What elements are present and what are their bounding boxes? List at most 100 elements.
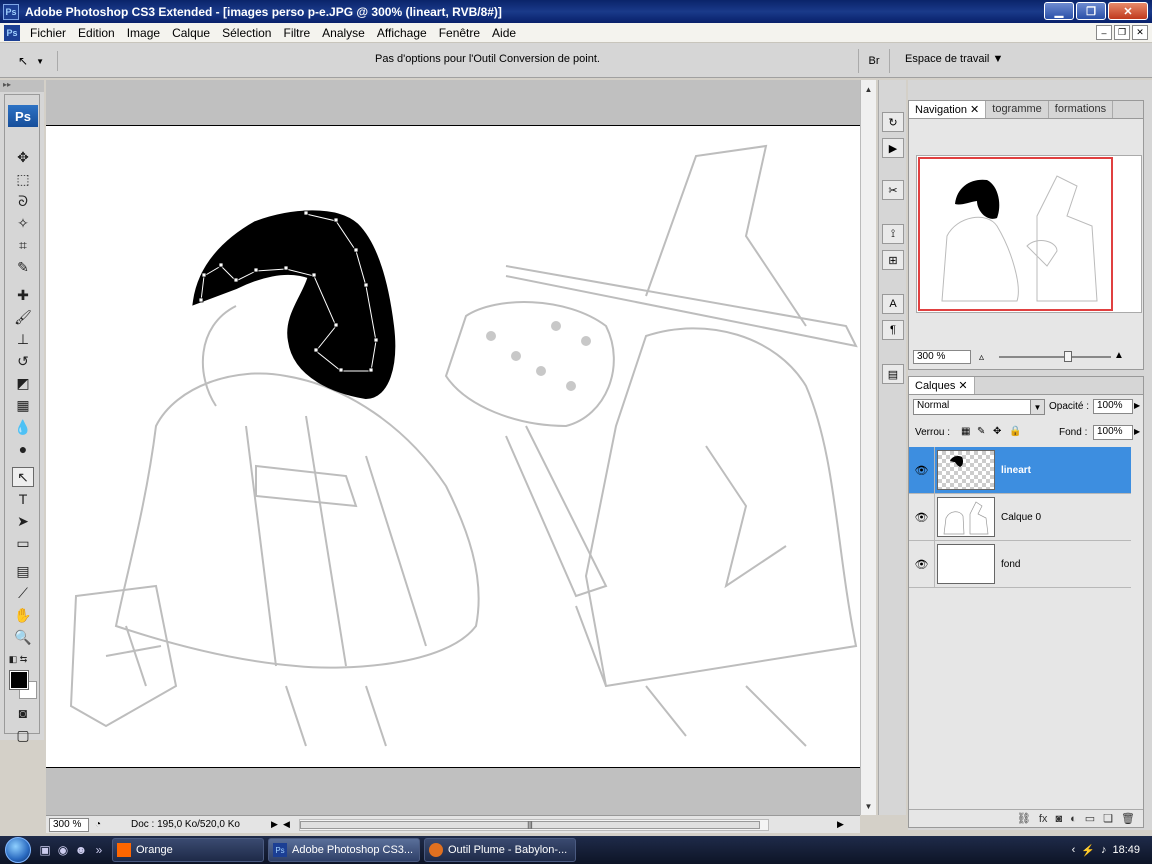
document-icon[interactable]: Ps [4,24,20,41]
fill-arrow-icon[interactable]: ▶ [1134,427,1140,436]
network-icon[interactable]: ⚡ [1081,844,1095,857]
opacity-arrow-icon[interactable]: ▶ [1134,401,1140,410]
menu-image[interactable]: Image [121,26,166,40]
task-orange[interactable]: Orange [112,838,264,862]
navigator-zoom-field[interactable]: 300 % [913,350,971,364]
opacity-field[interactable]: 100% [1093,399,1133,414]
zoom-out-icon[interactable]: ▵ [979,352,984,363]
ps-logo[interactable]: Ps [8,105,38,127]
path-selection-tool-icon[interactable]: ➤ [12,511,34,531]
doc-close-button[interactable]: ✕ [1132,25,1148,40]
volume-icon[interactable]: ♪ [1101,844,1107,856]
actions-panel-icon[interactable]: ▶ [882,138,904,158]
scroll-thumb[interactable]: ||| [300,820,760,829]
eye-icon[interactable]: 👁 [909,446,935,494]
task-photoshop[interactable]: Ps Adobe Photoshop CS3... [268,838,420,862]
close-button[interactable]: ✕ [1108,2,1148,20]
brush-tool-icon[interactable]: 🖌 [12,307,34,327]
navigator-zoom-slider[interactable] [999,351,1111,362]
clock[interactable]: 18:49 [1112,844,1140,856]
tab-calques[interactable]: Calques ✕ [909,377,975,394]
lasso-tool-icon[interactable]: ᘐ [12,191,34,211]
fill-field[interactable]: 100% [1093,425,1133,440]
new-layer-icon[interactable]: ❏ [1103,812,1113,825]
toolbox-header[interactable]: ▸▸ [0,80,44,92]
tool-preset-picker[interactable]: ↖ ▼ [8,51,58,71]
zoom-in-icon[interactable]: ▲ [1114,350,1124,361]
quick-mask-icon[interactable]: ◙ [12,703,34,723]
maximize-button[interactable]: ❐ [1076,2,1106,20]
history-panel-icon[interactable]: ↻ [882,112,904,132]
zoom-tool-icon[interactable]: 🔍 [12,627,34,647]
healing-brush-tool-icon[interactable]: ✚ [12,285,34,305]
paragraph-panel-icon[interactable]: ¶ [882,320,904,340]
menu-analyse[interactable]: Analyse [316,26,371,40]
screen-mode-icon[interactable]: ▢ [12,725,34,745]
menu-filtre[interactable]: Filtre [277,26,316,40]
vertical-scrollbar[interactable]: ▲ ▼ [860,80,876,815]
foreground-color-swatch[interactable] [9,670,29,690]
messenger-quicklaunch-icon[interactable]: ☻ [72,843,90,857]
marquee-tool-icon[interactable]: ⬚ [12,169,34,189]
doc-minimize-button[interactable]: – [1096,25,1112,40]
tab-histogram[interactable]: togramme [986,101,1049,118]
layer-mask-icon[interactable]: ◙ [1055,813,1062,825]
status-menu-icon[interactable]: ◔ [95,819,111,830]
navigator-view-box[interactable] [918,157,1113,311]
shape-tool-icon[interactable]: ▭ [12,533,34,553]
default-colors-icon[interactable]: ◧ ⇆ [7,649,29,669]
show-desktop-icon[interactable]: ▣ [36,843,54,857]
slider-knob[interactable] [1064,351,1072,362]
gradient-tool-icon[interactable]: ▦ [12,395,34,415]
doc-restore-button[interactable]: ❐ [1114,25,1130,40]
slice-tool-icon[interactable]: ✎ [12,257,34,277]
lock-transparent-icon[interactable]: ▦ [961,426,970,437]
bridge-button[interactable]: Br [858,49,890,73]
minimize-button[interactable]: ▁ [1044,2,1074,20]
convert-point-tool-icon[interactable]: ↖ [12,467,34,487]
hand-tool-icon[interactable]: ✋ [12,605,34,625]
horizontal-scrollbar[interactable]: ||| [299,818,769,831]
document-canvas[interactable] [46,125,860,768]
firefox-quicklaunch-icon[interactable]: ◉ [54,843,72,857]
lock-position-icon[interactable]: ✥ [993,426,1001,437]
lock-pixels-icon[interactable]: ✎ [977,426,985,437]
menu-fenetre[interactable]: Fenêtre [433,26,486,40]
navigator-thumbnail[interactable] [916,155,1142,313]
menu-selection[interactable]: Sélection [216,26,277,40]
layer-row-lineart[interactable]: 👁 lineart [909,446,1131,494]
scroll-up-icon[interactable]: ▲ [861,82,876,96]
menu-affichage[interactable]: Affichage [371,26,433,40]
zoom-field[interactable]: 300 % [49,817,89,832]
scroll-right-icon[interactable]: ▶ [837,819,849,830]
tray-expand-icon[interactable]: ‹ [1072,844,1076,856]
dodge-tool-icon[interactable]: ● [12,439,34,459]
blend-mode-select[interactable]: Normal ▼ [913,399,1045,415]
magic-wand-tool-icon[interactable]: ✧ [12,213,34,233]
crop-tool-icon[interactable]: ⌗ [12,235,34,255]
menu-aide[interactable]: Aide [486,26,522,40]
tab-navigation[interactable]: Navigation ✕ [909,101,987,118]
menu-edition[interactable]: Edition [72,26,121,40]
brushes-panel-icon[interactable]: ⟟ [882,224,904,244]
status-arrow-icon[interactable]: ▶ [271,819,283,830]
clone-stamp-tool-icon[interactable]: ⊥ [12,329,34,349]
eyedropper-tool-icon[interactable]: ⟋ [12,583,34,603]
scroll-left-icon[interactable]: ◀ [283,819,295,830]
move-tool-icon[interactable]: ✥ [12,147,34,167]
eye-icon[interactable]: 👁 [909,493,935,541]
new-group-icon[interactable]: ▭ [1085,812,1095,825]
layer-row-calque-0[interactable]: 👁 Calque 0 [909,493,1131,541]
clone-source-icon[interactable]: ⊞ [882,250,904,270]
layer-comps-icon[interactable]: ▤ [882,364,904,384]
start-button[interactable] [0,836,36,864]
notes-tool-icon[interactable]: ▤ [12,561,34,581]
history-brush-tool-icon[interactable]: ↺ [12,351,34,371]
layer-style-icon[interactable]: fx [1039,813,1048,825]
delete-layer-icon[interactable]: 🗑 [1121,812,1135,825]
tool-presets-icon[interactable]: ✂ [882,180,904,200]
task-firefox[interactable]: Outil Plume - Babylon-... [424,838,576,862]
type-tool-icon[interactable]: T [12,489,34,509]
layer-row-fond[interactable]: 👁 fond [909,540,1131,588]
workspace-menu[interactable]: Espace de travail ▼ [905,53,1003,65]
